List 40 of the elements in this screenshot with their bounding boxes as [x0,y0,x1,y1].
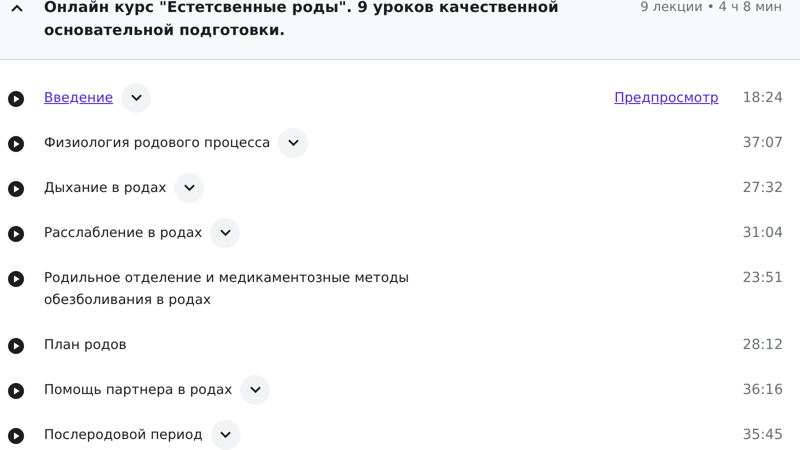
expand-button[interactable] [121,83,152,113]
lecture-duration: 36:16 [742,381,783,400]
lecture-duration: 31:04 [742,224,783,243]
chevron-down-icon [184,184,195,192]
preview-link[interactable]: Предпросмотр [614,87,719,109]
section-header[interactable]: Онлайн курс "Естетсвенные роды". 9 уроков качественной основательной подготовки. 9 лекции • 4 ч 8 мин [0,0,800,60]
lecture-title: Родильное отделение и медикаментозные методы обезболивания в родах [44,269,410,310]
lecture-title: Помощь партнера в родах [44,381,232,400]
lecture-duration: 23:51 [742,269,783,288]
expand-button[interactable] [174,173,204,203]
play-icon [8,136,24,152]
lecture-duration: 37:07 [742,134,783,153]
lecture-duration: 35:45 [742,426,783,445]
play-icon [8,428,24,444]
expand-button[interactable] [210,420,241,450]
chevron-down-icon [220,229,231,237]
play-icon [8,271,24,287]
section-meta: 9 лекции • 4 ч 8 мин [640,0,782,17]
chevron-down-icon [130,94,142,102]
lecture-duration: 18:24 [742,89,783,108]
lecture-title: Физиология родового процесса [44,134,270,153]
lecture-title: Послеродовой период [44,426,203,445]
chevron-down-icon [220,431,232,439]
play-icon [8,338,24,354]
lecture-title: Дыхание в родах [44,179,166,198]
lecture-title: План родов [44,336,127,355]
play-icon [8,181,24,197]
lecture-title: Расслабление в родах [44,224,202,243]
section-title: Онлайн курс "Естетсвенные роды". 9 уроков качественной основательной подготовки. [44,0,560,41]
lecture-duration: 28:12 [742,336,783,355]
expand-button[interactable] [278,128,308,158]
chevron-down-icon [288,139,299,147]
play-icon [8,383,24,399]
play-icon [8,91,24,107]
lecture-link[interactable]: Введение [44,87,114,109]
expand-button[interactable] [240,375,270,405]
chevron-down-icon [250,386,261,394]
expand-button[interactable] [210,218,240,248]
lecture-duration: 27:32 [742,179,783,198]
play-icon [8,226,24,242]
